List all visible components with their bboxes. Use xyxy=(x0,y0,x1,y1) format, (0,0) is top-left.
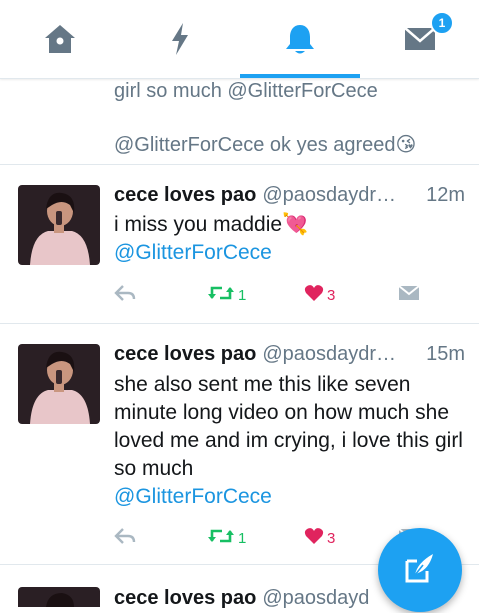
retweet-icon xyxy=(207,527,235,550)
tab-notifications[interactable] xyxy=(240,0,360,78)
user-display-name[interactable]: cece loves pao xyxy=(114,587,256,609)
retweet-button[interactable]: 1 xyxy=(207,283,246,307)
like-count: 3 xyxy=(327,529,336,547)
reply-button[interactable] xyxy=(114,283,136,307)
user-handle: @paosdaydr… xyxy=(262,184,397,206)
reply-icon xyxy=(114,284,136,307)
like-button[interactable]: 3 xyxy=(304,283,335,307)
retweet-icon xyxy=(207,284,235,307)
avatar[interactable] xyxy=(18,344,100,424)
tweet-timestamp: 12m xyxy=(420,184,465,207)
active-tab-indicator xyxy=(240,74,360,78)
tab-home[interactable] xyxy=(0,0,120,78)
retweet-button[interactable]: 1 xyxy=(207,526,246,550)
tweet-item[interactable]: cece loves pao @paosdaydr… 12m i miss you… xyxy=(0,165,479,324)
avatar[interactable] xyxy=(18,587,100,607)
direct-message-button[interactable] xyxy=(398,283,420,307)
tweet-text: she also sent me this like seven minute … xyxy=(114,373,463,480)
user-display-name[interactable]: cece loves pao xyxy=(114,184,256,206)
tab-moments[interactable] xyxy=(120,0,240,78)
avatar[interactable] xyxy=(18,185,100,265)
tweet-text: i miss you maddie💘 xyxy=(114,213,309,236)
previous-tweet-tail[interactable]: girl so much @GlitterForCece @GlitterFor… xyxy=(0,78,479,165)
user-handle: @paosdaydr… xyxy=(262,343,397,365)
home-icon xyxy=(43,23,77,55)
like-button[interactable]: 3 xyxy=(304,526,335,550)
bell-icon xyxy=(284,22,316,56)
retweet-count: 1 xyxy=(238,529,247,547)
like-count: 3 xyxy=(327,286,336,304)
compose-tweet-button[interactable] xyxy=(378,528,462,612)
compose-tweet-icon xyxy=(403,551,437,590)
tab-messages[interactable]: 1 xyxy=(360,0,479,78)
mention-link[interactable]: @GlitterForCece xyxy=(114,483,466,511)
tweet-text-line: @GlitterForCece ok yes agreed😘 xyxy=(114,134,417,156)
tweet-header: cece loves pao @paosdaydr… 12m xyxy=(114,184,465,210)
tweet-body: i miss you maddie💘 @GlitterForCece xyxy=(114,211,466,267)
tweet-header: cece loves pao @paosdayd xyxy=(114,587,379,613)
user-display-name[interactable]: cece loves pao xyxy=(114,343,256,365)
mention-link[interactable]: @GlitterForCece xyxy=(114,239,466,267)
tweet-body: she also sent me this like seven minute … xyxy=(114,371,466,511)
lightning-icon xyxy=(169,22,191,56)
tweet-header: cece loves pao @paosdaydr… 15m xyxy=(114,343,465,369)
retweet-count: 1 xyxy=(238,286,247,304)
messages-badge: 1 xyxy=(430,11,454,35)
heart-icon xyxy=(304,284,324,307)
top-navigation-bar: 1 xyxy=(0,0,479,79)
envelope-icon xyxy=(398,284,420,306)
reply-icon xyxy=(114,527,136,550)
tweet-actions: 1 3 xyxy=(114,283,434,307)
tweet-text-line: girl so much @GlitterForCece xyxy=(114,80,378,102)
heart-icon xyxy=(304,527,324,550)
reply-button[interactable] xyxy=(114,526,136,550)
user-handle: @paosdayd xyxy=(262,587,370,609)
tweet-timestamp: 15m xyxy=(420,343,465,366)
